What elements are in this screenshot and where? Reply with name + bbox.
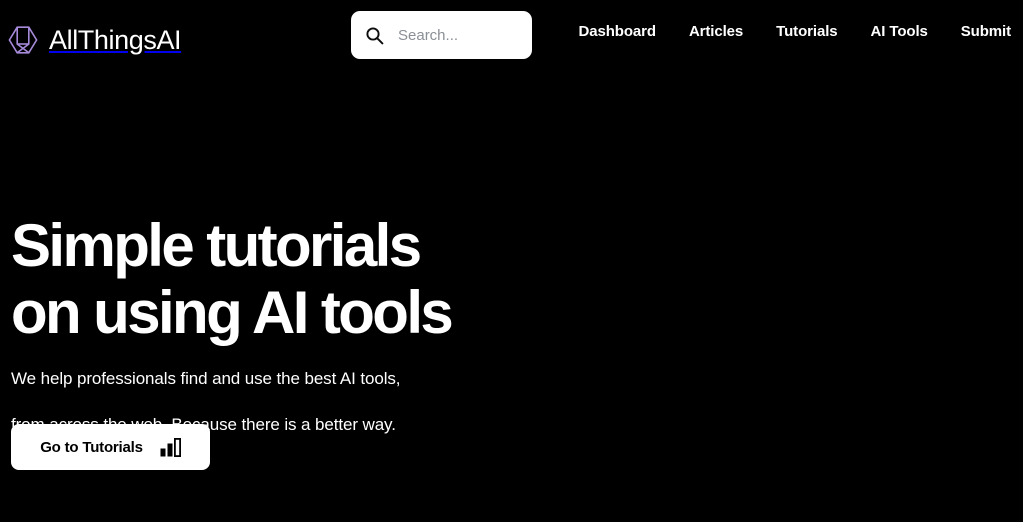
brand-logo-link[interactable]: AllThingsAI: [6, 18, 182, 62]
hero-section: Simple tutorials on using AI tools We he…: [11, 212, 611, 438]
search-icon: [365, 26, 398, 45]
search-input[interactable]: [398, 26, 518, 44]
cube-logo-icon: [6, 23, 40, 57]
search-box[interactable]: [351, 11, 532, 59]
brand-name: AllThingsAI: [49, 24, 182, 55]
nav-link-ai-tools[interactable]: AI Tools: [871, 24, 928, 39]
nav-link-dashboard[interactable]: Dashboard: [578, 24, 656, 39]
nav-link-submit[interactable]: Submit: [961, 24, 1011, 39]
site-header: AllThingsAI Dashboard Articles Tutorials…: [0, 0, 1023, 70]
main-nav: Dashboard Articles Tutorials AI Tools Su…: [578, 24, 1011, 39]
go-to-tutorials-label: Go to Tutorials: [40, 438, 143, 456]
hero-title-line-1: Simple tutorials: [11, 212, 422, 279]
hero-title-line-2: on using AI tools: [11, 279, 454, 346]
bar-chart-icon: [160, 437, 181, 457]
go-to-tutorials-button[interactable]: Go to Tutorials: [11, 424, 210, 470]
nav-link-articles[interactable]: Articles: [689, 24, 743, 39]
hero-subtitle-line-1: We help professionals find and use the b…: [11, 369, 401, 388]
nav-link-tutorials[interactable]: Tutorials: [776, 24, 837, 39]
